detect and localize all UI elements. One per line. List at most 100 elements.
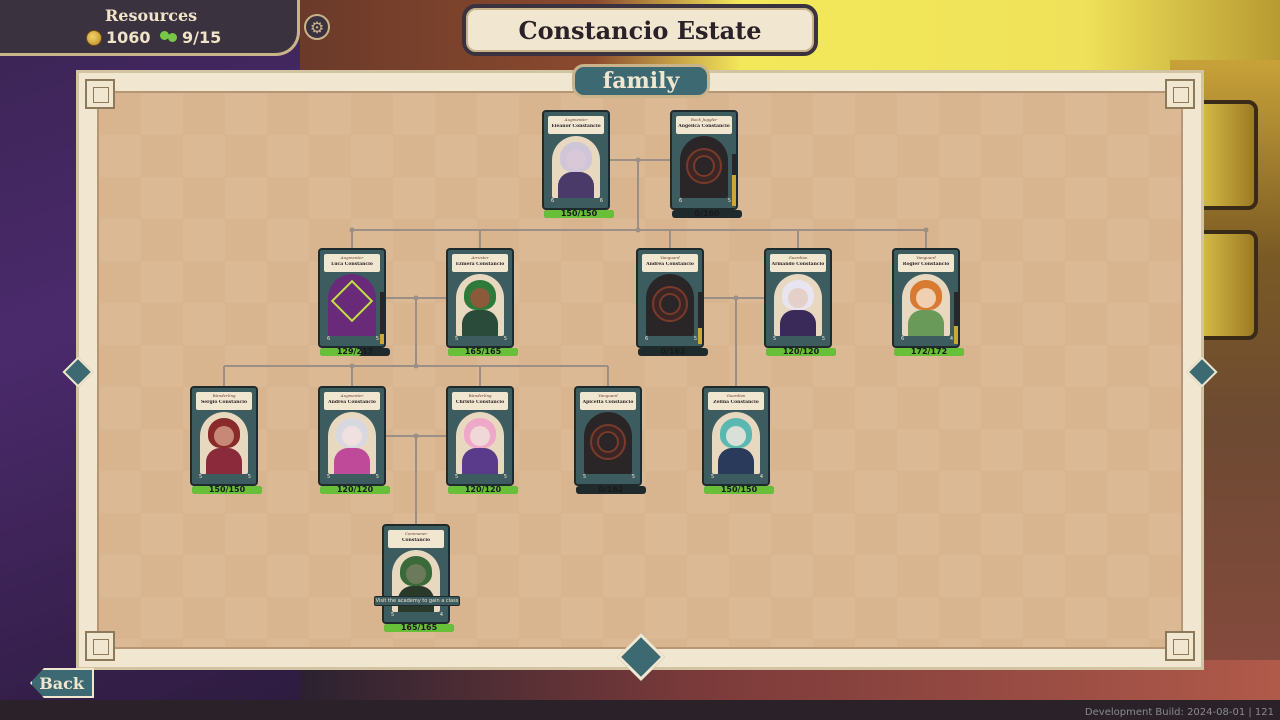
portrait-body (334, 448, 370, 474)
member-stats: 5 5 (452, 336, 510, 344)
settings-button[interactable]: ⚙ (304, 14, 330, 40)
member-name: Andrea Constancio (328, 400, 376, 405)
family-counter: 9/15 (160, 28, 221, 47)
member-role: Guardian (726, 393, 746, 398)
stat-right: 5 (375, 336, 379, 342)
stat-left: 5 (455, 336, 459, 342)
card-frame: Vanguard Apicetta Constancio 5 5 (574, 386, 642, 486)
family-board (62, 70, 1218, 670)
portrait-body (462, 448, 498, 474)
card-header: Augmenter Eleanor Constancio (548, 116, 604, 134)
stat-right: 5 (727, 198, 731, 204)
member-portrait (646, 274, 694, 336)
card-frame: Wanderling Christo Constancio 5 5 (446, 386, 514, 486)
member-role: Augmenter (564, 117, 588, 122)
member-name: Ezmera Constancio (455, 262, 505, 267)
board-parchment (97, 91, 1183, 649)
member-role: Wanderling (212, 393, 236, 398)
card-frame: Wanderling Sergio Constancio 5 5 (190, 386, 258, 486)
stat-left: 5 (199, 474, 203, 480)
stat-right: 4 (439, 612, 443, 618)
tab-family[interactable]: family (572, 64, 710, 98)
member-name: Christo Constancio (455, 400, 505, 405)
stat-left: 6 (679, 198, 683, 204)
member-card[interactable]: Commoner Constancio 5 4 165/165 (382, 524, 454, 634)
member-hp: 172/172 (910, 347, 948, 356)
card-header: Guardian Zelina Constancio (708, 392, 764, 410)
card-header: Guardian Armando Constancio (770, 254, 826, 272)
corner-ornament (85, 631, 115, 661)
resources-panel: Resources 1060 9/15 (0, 0, 300, 56)
member-card[interactable]: Augmenter Andrea Constancio 5 5 120/120 (318, 386, 390, 496)
member-name: Luca Constancio (331, 262, 373, 267)
stat-left: 5 (327, 474, 331, 480)
member-name: Andrea Constancio (646, 262, 694, 267)
member-name: Sergio Constancio (200, 400, 247, 405)
card-header: Vanguard Andrea Constancio (642, 254, 698, 272)
member-hp: 165/165 (400, 623, 438, 632)
card-header: Vanguard Apicetta Constancio (580, 392, 636, 410)
member-name: Zelina Constancio (713, 400, 759, 405)
portrait-face (566, 150, 586, 170)
member-role: Rock Juggler (690, 117, 718, 122)
member-card[interactable]: Guardian Zelina Constancio 5 4 150/150 (702, 386, 774, 496)
member-role: Arrester (471, 255, 489, 260)
member-role: Vanguard (916, 255, 936, 260)
stat-right: 5 (247, 474, 251, 480)
portrait-face (406, 564, 426, 584)
stat-right: 6 (599, 198, 603, 204)
portrait-face (788, 288, 808, 308)
member-stats: 6 5 (642, 336, 700, 344)
portrait-body (908, 310, 944, 336)
gold-counter: 1060 (86, 28, 151, 47)
card-frame: Arrester Ezmera Constancio 5 5 (446, 248, 514, 348)
member-stats: 5 5 (324, 474, 382, 482)
card-header: Wanderling Sergio Constancio (196, 392, 252, 410)
member-hp: 120/120 (464, 485, 502, 494)
member-portrait (552, 136, 600, 198)
card-frame: Vanguard Andrea Constancio 6 5 (636, 248, 704, 348)
portrait-face (470, 288, 490, 308)
stat-left: 6 (551, 198, 555, 204)
card-frame: Guardian Zelina Constancio 5 4 (702, 386, 770, 486)
card-frame: Commoner Constancio 5 4 (382, 524, 450, 624)
member-hp: 150/150 (720, 485, 758, 494)
member-role: Augmenter (340, 255, 364, 260)
portrait-face (342, 426, 362, 446)
card-header: Rock Juggler Angelica Constancio (676, 116, 732, 134)
member-portrait (328, 274, 376, 336)
member-card[interactable]: Vanguard Apicetta Constancio 5 5 0/162 (574, 386, 646, 496)
member-card[interactable]: Augmenter Eleanor Constancio 6 6 150/150 (542, 110, 614, 220)
member-card[interactable]: Vanguard Andrea Constancio 6 5 0/162 (636, 248, 708, 358)
member-card[interactable]: Rock Juggler Angelica Constancio 6 5 0/1… (670, 110, 742, 220)
member-name: Rogier Constancio (902, 262, 950, 267)
stat-left: 5 (391, 612, 395, 618)
member-name: Armando Constancio (771, 262, 825, 267)
member-stats: 5 5 (580, 474, 638, 482)
member-portrait (712, 412, 760, 474)
member-card[interactable]: Wanderling Christo Constancio 5 5 120/12… (446, 386, 518, 496)
portrait-face (214, 426, 234, 446)
member-card[interactable]: Arrester Ezmera Constancio 5 5 165/165 (446, 248, 518, 358)
member-portrait (680, 136, 728, 198)
member-card[interactable]: Augmenter Luca Constancio 6 5 129/217 (318, 248, 390, 358)
resources-title: Resources (105, 6, 198, 25)
member-card[interactable]: Vanguard Rogier Constancio 6 4 172/172 (892, 248, 964, 358)
portrait-face (726, 426, 746, 446)
member-name: Apicetta Constancio (582, 400, 634, 405)
stat-right: 5 (821, 336, 825, 342)
corner-ornament (1165, 631, 1195, 661)
portrait-body (780, 310, 816, 336)
tab-family-label: family (602, 68, 680, 94)
member-card[interactable]: Wanderling Sergio Constancio 5 5 150/150 (190, 386, 262, 496)
member-card[interactable]: Guardian Armando Constancio 5 5 120/120 (764, 248, 836, 358)
card-header: Augmenter Andrea Constancio (324, 392, 380, 410)
member-stats: 5 5 (770, 336, 828, 344)
stat-left: 6 (901, 336, 905, 342)
family-count-value: 9/15 (182, 28, 222, 47)
card-frame: Augmenter Luca Constancio 6 5 (318, 248, 386, 348)
coin-icon (86, 29, 102, 46)
card-frame: Vanguard Rogier Constancio 6 4 (892, 248, 960, 348)
stat-right: 5 (503, 336, 507, 342)
member-hp: 120/120 (782, 347, 820, 356)
